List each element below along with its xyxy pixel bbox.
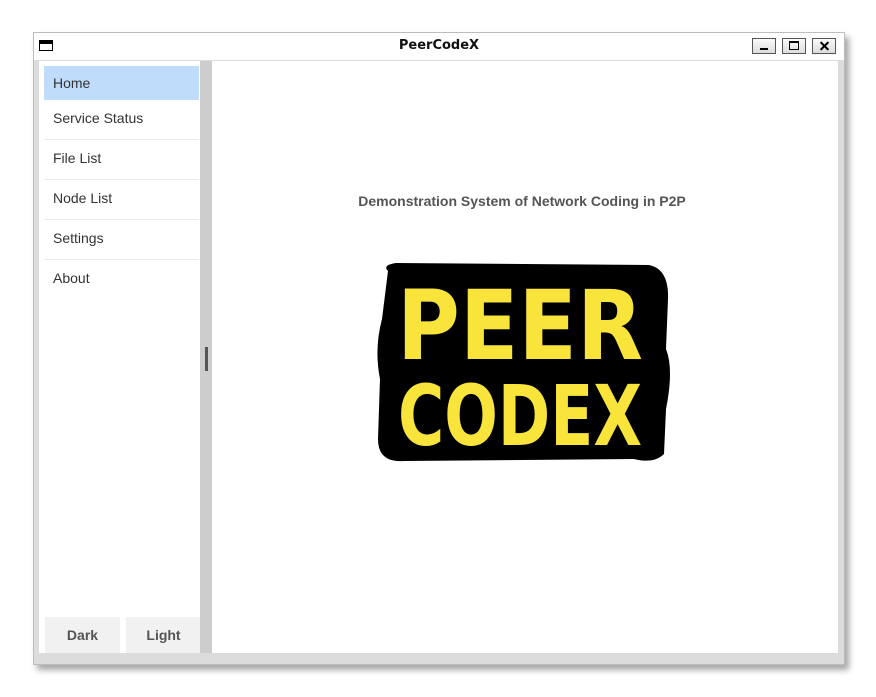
- sidebar: Home Service Status File List Node List …: [39, 61, 200, 653]
- sidebar-item-settings[interactable]: Settings: [44, 221, 199, 260]
- app-window: PeerCodeX Home Service Status File List …: [33, 32, 845, 665]
- peercodex-logo: PEER CODEX: [377, 263, 670, 464]
- close-button[interactable]: [812, 38, 836, 54]
- splitter-handle[interactable]: [205, 347, 208, 371]
- title-bar[interactable]: PeerCodeX: [34, 33, 844, 60]
- sidebar-item-about[interactable]: About: [44, 261, 199, 300]
- sidebar-splitter[interactable]: [200, 61, 212, 653]
- dark-theme-button[interactable]: Dark: [45, 617, 120, 653]
- page-subtitle: Demonstration System of Network Coding i…: [358, 193, 686, 209]
- logo-text-codex: CODEX: [398, 367, 642, 464]
- window-title: PeerCodeX: [398, 38, 480, 53]
- sidebar-item-file-list[interactable]: File List: [44, 141, 199, 180]
- maximize-button[interactable]: [782, 38, 806, 54]
- main-content: Demonstration System of Network Coding i…: [212, 61, 838, 653]
- sidebar-item-service-status[interactable]: Service Status: [44, 101, 199, 140]
- sidebar-item-node-list[interactable]: Node List: [44, 181, 199, 220]
- sidebar-item-home[interactable]: Home: [44, 66, 199, 100]
- logo-text-peer: PEER: [397, 270, 643, 382]
- minimize-button[interactable]: [752, 38, 776, 54]
- light-theme-button[interactable]: Light: [126, 617, 201, 653]
